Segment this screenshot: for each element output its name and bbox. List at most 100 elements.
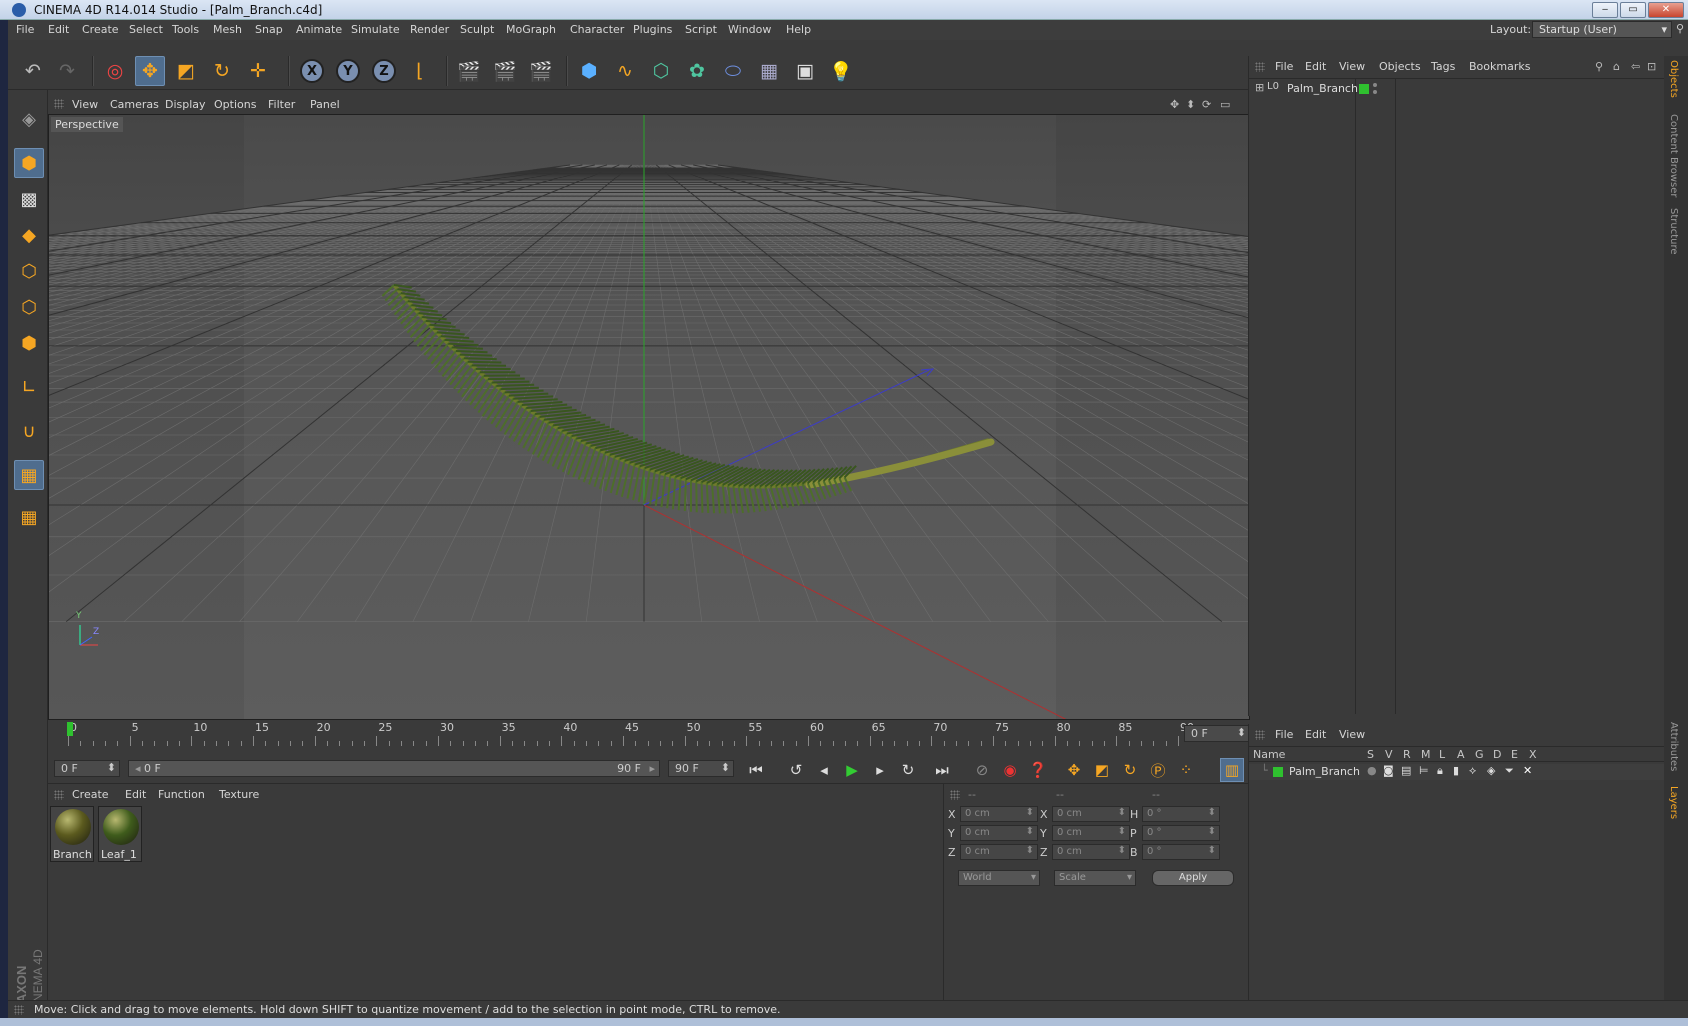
column-view[interactable]: V — [1385, 748, 1393, 761]
previous-frame-icon[interactable]: ◂ — [812, 758, 836, 782]
viewport-menu-options[interactable]: Options — [214, 98, 256, 111]
light-icon[interactable]: 💡 — [826, 56, 856, 86]
menu-character[interactable]: Character — [570, 23, 624, 36]
menu-render[interactable]: Render — [410, 23, 449, 36]
render-toggle-icon[interactable]: ▤ — [1401, 764, 1411, 777]
back-icon[interactable]: ⇦ — [1631, 60, 1640, 73]
play-forward-icon[interactable]: ▶ — [840, 758, 864, 782]
record-keys-icon[interactable]: ⊘ — [970, 758, 994, 782]
material-menu-texture[interactable]: Texture — [219, 788, 259, 801]
go-to-start-icon[interactable]: ⏮ — [744, 758, 768, 782]
layout-dropdown[interactable]: Startup (User) ▾ — [1532, 21, 1672, 38]
rotate-tool-icon[interactable]: ↻ — [207, 56, 237, 86]
material-leaf-1[interactable]: Leaf_1 — [98, 806, 142, 862]
tab-content-browser[interactable]: Content Browser — [1668, 114, 1679, 197]
camera-icon[interactable]: ▣ — [790, 56, 820, 86]
coordinate-value-field[interactable]: 0 cm ⬍ — [1052, 806, 1130, 822]
material-menu-create[interactable]: Create — [72, 788, 109, 801]
layer-color-tag[interactable] — [1359, 84, 1369, 94]
key-parameter-icon[interactable]: Ⓟ — [1146, 758, 1170, 782]
undo-icon[interactable]: ↶ — [18, 56, 48, 86]
redo-icon[interactable]: ↷ — [52, 56, 82, 86]
solo-toggle-icon[interactable]: ● — [1367, 764, 1377, 777]
material-menu-edit[interactable]: Edit — [125, 788, 146, 801]
object-row[interactable]: ⊞ L0 Palm_Branch — [1253, 80, 1358, 96]
camera-label[interactable]: Perspective — [51, 117, 123, 132]
layer-name[interactable]: Palm_Branch — [1289, 765, 1360, 778]
material-branch[interactable]: Branch — [50, 806, 94, 862]
deformers-toggle-icon[interactable]: ◈ — [1487, 764, 1495, 777]
coordinate-value-field[interactable]: 0 cm ⬍ — [1052, 825, 1130, 841]
new-window-icon[interactable]: ⊡ — [1647, 60, 1656, 73]
panel-grip-icon[interactable] — [1255, 730, 1265, 740]
panel-grip-icon[interactable] — [54, 790, 64, 800]
view-toggle-icon[interactable]: ◙ — [1383, 764, 1394, 777]
viewport-pan-icon[interactable]: ✥ — [1170, 98, 1179, 111]
object-menu-edit[interactable]: Edit — [1305, 60, 1326, 73]
deformer-icon[interactable]: ⬭ — [718, 56, 748, 86]
manager-toggle-icon[interactable]: ⊨ — [1419, 764, 1429, 777]
panel-grip-icon[interactable] — [54, 99, 64, 109]
axis-mode-icon[interactable]: ∟ — [14, 372, 44, 402]
menu-sculpt[interactable]: Sculpt — [460, 23, 494, 36]
menu-edit[interactable]: Edit — [48, 23, 69, 36]
subdivision-surface-icon[interactable]: ⬡ — [646, 56, 676, 86]
tab-objects[interactable]: Objects — [1668, 60, 1679, 98]
render-picture-viewer-icon[interactable]: 🎬 — [490, 56, 520, 86]
layer-color-swatch[interactable] — [1273, 767, 1283, 777]
layer-menu-view[interactable]: View — [1339, 728, 1365, 741]
cube-object-icon[interactable]: ⬢ — [574, 56, 604, 86]
render-settings-icon[interactable]: 🎬 — [526, 56, 556, 86]
array-object-icon[interactable]: ✿ — [682, 56, 712, 86]
layer-row[interactable]: └ Palm_Branch ● ◙ ▤ ⊨ 🔒︎ ▮ ⟡ ◈ ⏷ ✕ — [1249, 764, 1665, 780]
search-icon[interactable]: ⚲ — [1595, 60, 1603, 73]
expressions-toggle-icon[interactable]: ⏷ — [1505, 764, 1514, 778]
previous-key-icon[interactable]: ↺ — [784, 758, 808, 782]
menu-window[interactable]: Window — [728, 23, 771, 36]
lock-toggle-icon[interactable]: 🔒︎ — [1437, 764, 1443, 778]
menu-mograph[interactable]: MoGraph — [506, 23, 556, 36]
polygons-mode-icon[interactable]: ⬢ — [14, 328, 44, 358]
column-render[interactable]: R — [1403, 748, 1411, 761]
start-frame-field[interactable]: 0 F ⬍ — [54, 760, 120, 777]
next-key-icon[interactable]: ↻ — [896, 758, 920, 782]
points-mode-icon[interactable]: ⬡ — [14, 256, 44, 286]
layer-menu-edit[interactable]: Edit — [1305, 728, 1326, 741]
locked-workplane-icon[interactable]: ▦ — [14, 502, 44, 532]
coordinate-space-dropdown[interactable]: World ▾ — [958, 870, 1040, 886]
animation-toggle-icon[interactable]: ▮ — [1453, 764, 1459, 777]
search-icon[interactable]: ⚲ — [1676, 22, 1684, 35]
frame-range-slider[interactable]: ◂ 0 F 90 F ▸ — [128, 760, 660, 777]
menu-file[interactable]: File — [16, 23, 34, 36]
object-menu-objects[interactable]: Objects — [1379, 60, 1421, 73]
menu-create[interactable]: Create — [82, 23, 119, 36]
maximize-button[interactable]: ▭ — [1620, 2, 1646, 18]
render-visibility-dot[interactable] — [1373, 90, 1377, 94]
autokeying-icon[interactable]: ◉ — [998, 758, 1022, 782]
coordinate-value-field[interactable]: 0 ° ⬍ — [1142, 844, 1220, 860]
menu-script[interactable]: Script — [685, 23, 717, 36]
next-frame-icon[interactable]: ▸ — [868, 758, 892, 782]
move-tool-icon[interactable]: ✥ — [135, 56, 165, 86]
column-solo[interactable]: S — [1367, 748, 1374, 761]
viewport-menu-panel[interactable]: Panel — [310, 98, 340, 111]
viewport-maximize-icon[interactable]: ▭ — [1220, 98, 1230, 111]
menu-snap[interactable]: Snap — [255, 23, 283, 36]
minimize-button[interactable]: ‒ — [1592, 2, 1618, 18]
panel-grip-icon[interactable] — [950, 790, 960, 800]
generators-toggle-icon[interactable]: ⟡ — [1469, 764, 1476, 778]
recent-tool-icon[interactable]: ✛ — [243, 56, 273, 86]
transform-mode-dropdown[interactable]: Scale ▾ — [1054, 870, 1136, 886]
material-menu-function[interactable]: Function — [158, 788, 205, 801]
scale-tool-icon[interactable]: ◩ — [171, 56, 201, 86]
timeline-window-icon[interactable]: ▥ — [1220, 758, 1244, 782]
tab-attributes[interactable]: Attributes — [1668, 722, 1679, 771]
menu-tools[interactable]: Tools — [172, 23, 199, 36]
column-name[interactable]: Name — [1253, 748, 1285, 761]
coordinate-value-field[interactable]: 0 cm ⬍ — [960, 844, 1038, 860]
menu-simulate[interactable]: Simulate — [351, 23, 400, 36]
column-expressions[interactable]: E — [1511, 748, 1518, 761]
object-menu-file[interactable]: File — [1275, 60, 1293, 73]
texture-mode-icon[interactable]: ▩ — [14, 184, 44, 214]
model-mode-icon[interactable]: ⬢ — [14, 148, 44, 178]
